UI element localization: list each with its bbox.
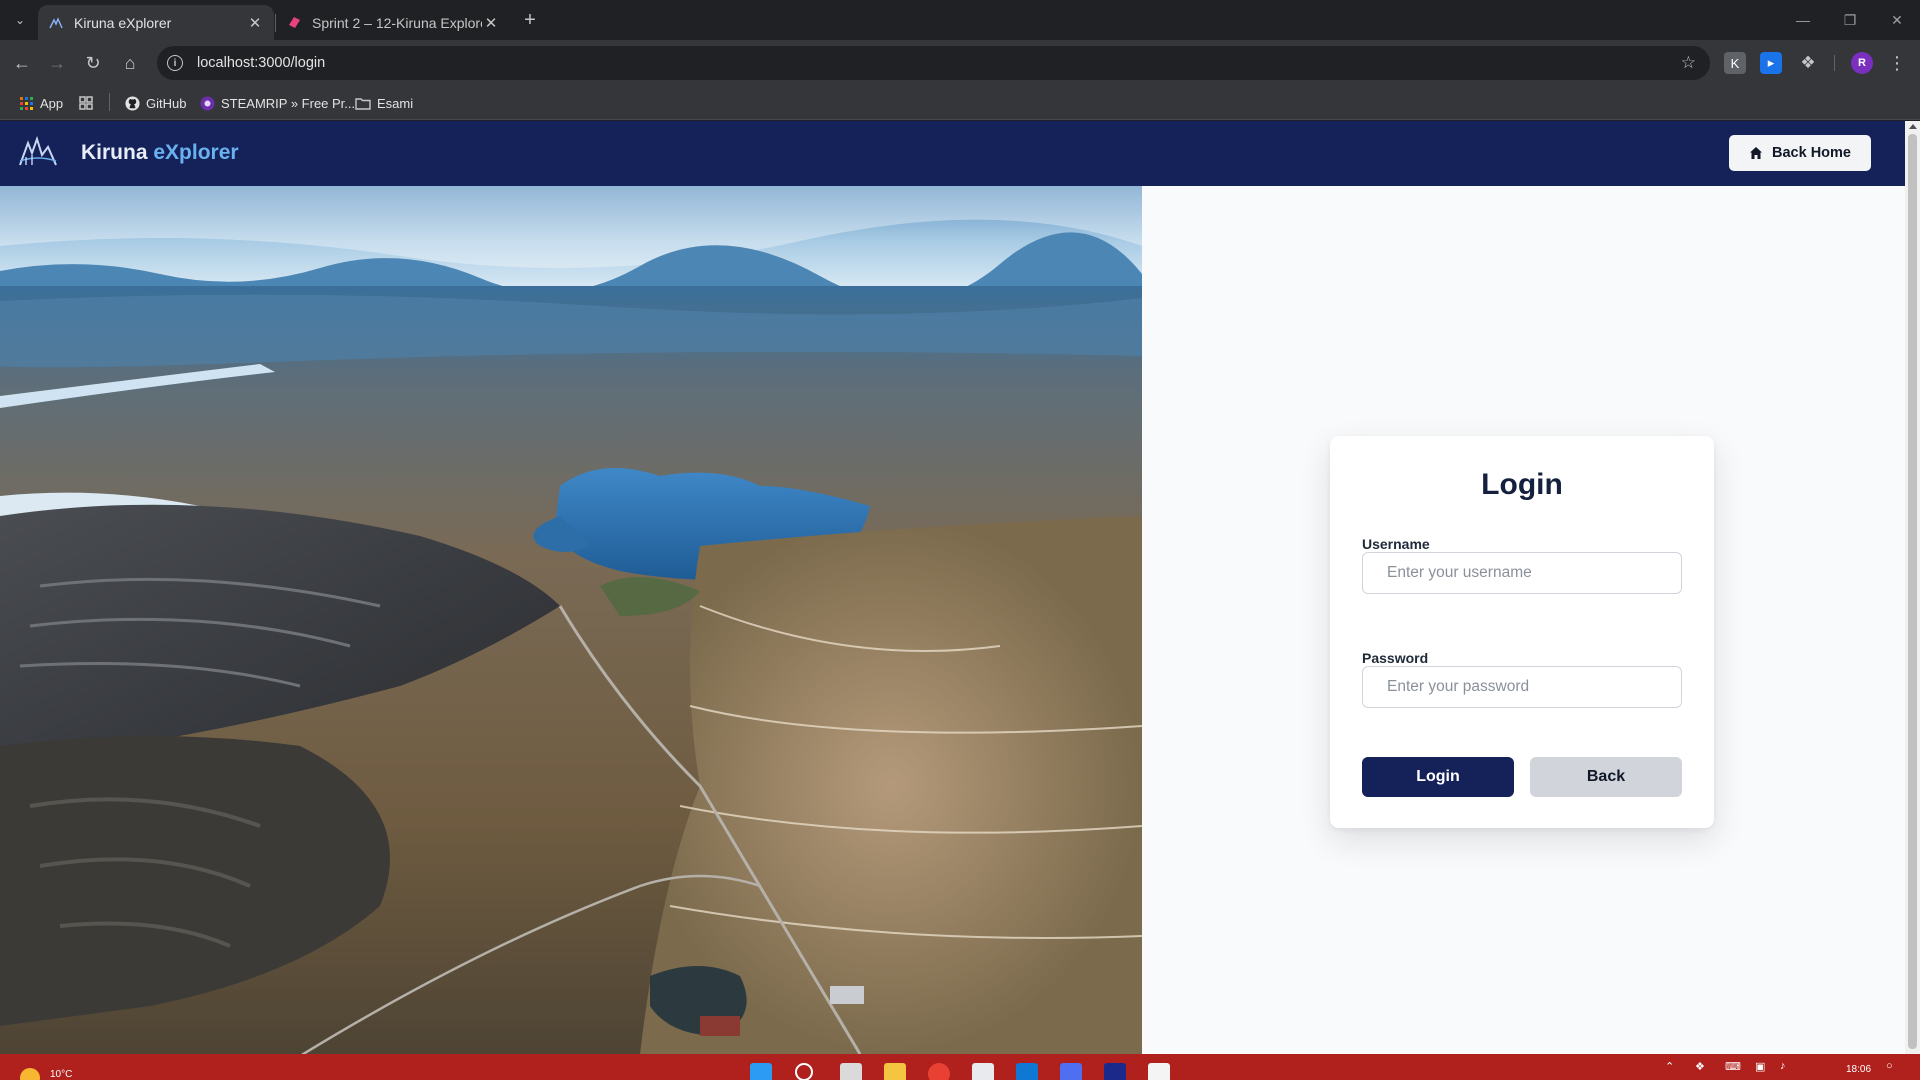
bookmarks-bar: App GitHub STEAMRIP » Free Pr... Esami [0, 86, 1920, 120]
back-button[interactable]: Back [1530, 757, 1682, 797]
page-scrollbar[interactable] [1905, 121, 1920, 1054]
brand-accent: eXplorer [153, 141, 239, 164]
address-bar[interactable]: i localhost:3000/login ☆ [157, 46, 1710, 80]
tray-volume-icon[interactable]: ♪ [1780, 1060, 1786, 1072]
bookmark-esami[interactable]: Esami [355, 93, 413, 113]
login-card: Login Username Password Login Back [1330, 436, 1714, 828]
bookmark-label: STEAMRIP » Free Pr... [221, 95, 356, 111]
tab-close-icon[interactable]: ✕ [482, 14, 500, 32]
bookmark-github[interactable]: GitHub [124, 93, 186, 113]
kiruna-favicon-icon [48, 15, 64, 31]
sprint-favicon-icon [286, 15, 302, 31]
restore-icon[interactable]: ❐ [1827, 0, 1873, 40]
tab-search-chevron-icon[interactable]: ⌄ [8, 8, 32, 32]
os-taskbar: 10°C ⌃ ❖ ⌨ ▣ ♪ 18:06 ○ [0, 1054, 1920, 1080]
weather-widget[interactable]: 10°C [20, 1060, 72, 1080]
reload-icon[interactable]: ↻ [78, 48, 108, 78]
scroll-up-arrow-icon[interactable] [1909, 124, 1917, 129]
back-home-label: Back Home [1772, 145, 1851, 161]
scrollbar-thumb[interactable] [1908, 134, 1917, 1049]
notification-bell-icon[interactable]: ○ [1886, 1060, 1893, 1072]
close-window-icon[interactable]: ✕ [1874, 0, 1920, 40]
back-arrow-icon[interactable]: ← [7, 48, 37, 78]
tab-close-icon[interactable]: ✕ [246, 14, 264, 32]
bookmark-label: Esami [377, 95, 414, 111]
mail-icon[interactable] [1016, 1063, 1038, 1080]
password-input[interactable] [1362, 666, 1682, 708]
profile-avatar[interactable]: R [1851, 52, 1873, 74]
tray-dropbox-icon[interactable]: ❖ [1695, 1060, 1705, 1073]
webstorm-icon[interactable] [1104, 1063, 1126, 1080]
toolbar-separator [1834, 55, 1835, 71]
app-navbar: Kiruna eXplorer Back Home [0, 121, 1905, 186]
extension-k-icon[interactable]: K [1724, 52, 1746, 74]
clock-time[interactable]: 18:06 [1846, 1064, 1871, 1075]
tray-chevron-icon[interactable]: ⌃ [1665, 1060, 1674, 1073]
store-icon[interactable] [972, 1063, 994, 1080]
browser-menu-icon[interactable]: ⋮ [1882, 48, 1912, 78]
search-icon[interactable] [795, 1063, 813, 1080]
login-title: Login [1481, 468, 1563, 501]
tab-kiruna-explorer[interactable]: Kiruna eXplorer ✕ [38, 5, 274, 40]
tab-groups-icon [78, 95, 94, 111]
password-label: Password [1362, 650, 1429, 666]
sun-weather-icon [20, 1068, 40, 1080]
steamrip-icon [199, 95, 215, 111]
site-info-icon[interactable]: i [167, 55, 183, 71]
bookmark-star-icon[interactable]: ☆ [1681, 53, 1696, 73]
temperature-text: 10°C [50, 1068, 73, 1080]
folder-icon [355, 95, 371, 111]
back-home-button[interactable]: Back Home [1729, 135, 1871, 171]
bookmark-app[interactable]: App [18, 93, 63, 113]
app-pinned-icon[interactable] [1148, 1063, 1170, 1080]
file-explorer-icon[interactable] [884, 1063, 906, 1080]
extensions-puzzle-icon[interactable]: ❖ [1797, 52, 1819, 74]
new-tab-icon[interactable]: + [518, 8, 542, 32]
login-button[interactable]: Login [1362, 757, 1514, 797]
bookmark-steamrip[interactable]: STEAMRIP » Free Pr... [199, 93, 355, 113]
brand-title[interactable]: Kiruna eXplorer [81, 141, 239, 165]
github-icon [124, 95, 140, 111]
bookmark-label: App [40, 95, 64, 111]
bookmarks-separator [109, 93, 110, 111]
house-icon [1750, 147, 1762, 159]
bookmark-label: GitHub [146, 95, 187, 111]
chrome-icon[interactable] [928, 1063, 950, 1080]
kiruna-aerial-photo [0, 186, 1142, 1054]
kiruna-logo-icon [19, 135, 57, 166]
username-label: Username [1362, 536, 1430, 552]
windows-start-icon[interactable] [750, 1063, 772, 1080]
brand-name: Kiruna [81, 141, 148, 164]
apps-grid-icon [18, 95, 34, 111]
browser-toolbar: ← → ↻ ⌂ i localhost:3000/login ☆ K ▸ ❖ R… [0, 40, 1920, 86]
extension-translate-icon[interactable]: ▸ [1760, 52, 1782, 74]
tab-sprint-2[interactable]: Sprint 2 – 12-Kiruna Explorer Pr ✕ [276, 5, 510, 40]
tab-title: Sprint 2 – 12-Kiruna Explorer Pr [312, 14, 482, 31]
url-text[interactable]: localhost:3000/login [197, 55, 325, 71]
tab-title: Kiruna eXplorer [74, 14, 172, 31]
minimize-icon[interactable]: — [1780, 0, 1826, 40]
bookmark-tab-groups[interactable] [78, 93, 100, 113]
browser-tab-strip: ⌄ Kiruna eXplorer ✕ Sprint 2 – 12-Kiruna… [0, 0, 1920, 40]
tray-network-icon[interactable]: ▣ [1755, 1060, 1765, 1073]
home-icon[interactable]: ⌂ [115, 48, 145, 78]
task-view-icon[interactable] [840, 1063, 862, 1080]
page-viewport: Kiruna eXplorer Back Home Login Username… [0, 121, 1905, 1054]
tray-keyboard-icon[interactable]: ⌨ [1725, 1060, 1741, 1073]
forward-arrow-icon[interactable]: → [42, 48, 72, 78]
username-input[interactable] [1362, 552, 1682, 594]
vscode-icon[interactable] [1060, 1063, 1082, 1080]
